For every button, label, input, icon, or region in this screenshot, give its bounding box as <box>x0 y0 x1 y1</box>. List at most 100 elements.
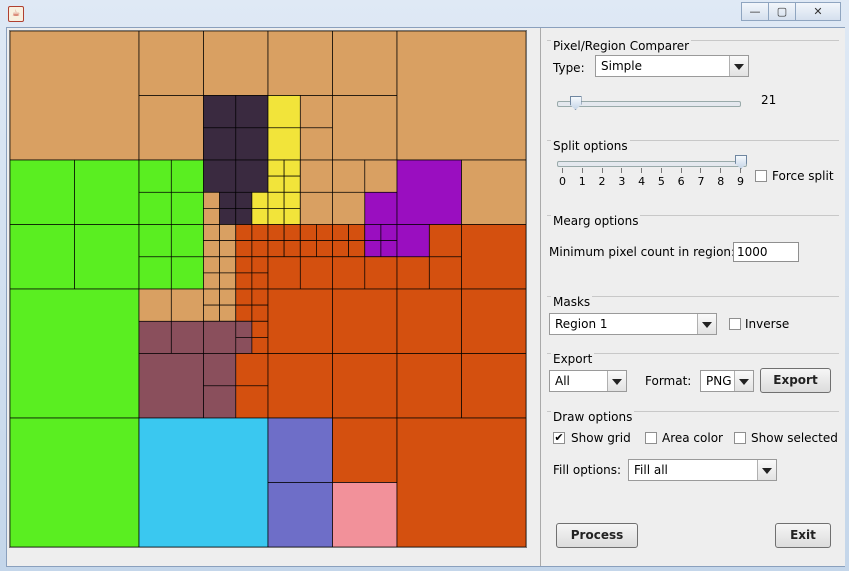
exit-button[interactable]: Exit <box>775 523 831 548</box>
type-select[interactable]: Simple <box>595 55 749 77</box>
region-cell <box>267 256 301 290</box>
inverse-label: Inverse <box>745 317 790 331</box>
draw-title: Draw options <box>551 410 635 424</box>
split-slider-track[interactable] <box>557 161 747 167</box>
window-controls: — ▢ ✕ <box>741 2 841 21</box>
area-color-checkbox[interactable] <box>645 432 657 444</box>
fill-options-select[interactable]: Fill all <box>628 459 777 481</box>
split-tick-label: 1 <box>578 175 586 188</box>
region-cell <box>283 191 301 209</box>
region-cell <box>283 159 301 177</box>
region-cell <box>364 159 398 193</box>
region-cell <box>332 353 398 419</box>
region-cell <box>251 224 269 241</box>
region-cell <box>251 272 269 290</box>
maximize-icon[interactable]: ▢ <box>768 2 796 21</box>
region-cell <box>267 175 285 193</box>
region-cell <box>170 256 204 290</box>
region-cell <box>219 191 237 209</box>
split-tick-label: 4 <box>638 175 646 188</box>
region-cell <box>235 191 253 209</box>
region-cell <box>10 288 140 419</box>
region-cell <box>348 240 366 258</box>
region-cell <box>138 224 172 258</box>
region-select[interactable]: Region 1 <box>549 313 717 335</box>
region-cell <box>332 256 366 290</box>
region-cell <box>235 224 253 241</box>
region-cell <box>332 191 366 225</box>
region-cell <box>138 288 172 322</box>
split-tick-label: 5 <box>657 175 665 188</box>
split-tick <box>562 168 563 173</box>
merge-group: Mearg options Minimum pixel count in reg… <box>547 214 839 286</box>
region-cell <box>203 353 237 387</box>
java-icon: ☕ <box>8 6 24 22</box>
chevron-down-icon <box>729 56 748 76</box>
quadtree-image <box>10 31 526 547</box>
region-cell <box>380 224 398 241</box>
force-split-checkbox[interactable] <box>755 170 767 182</box>
split-title: Split options <box>551 139 630 153</box>
region-cell <box>364 256 398 290</box>
region-cell <box>138 95 204 161</box>
region-cell <box>283 224 301 241</box>
region-cell <box>396 353 462 419</box>
region-cell <box>235 95 269 129</box>
chevron-down-icon <box>734 371 753 391</box>
masks-title: Masks <box>551 295 593 309</box>
region-cell <box>267 417 333 483</box>
region-cell <box>74 224 140 290</box>
region-cell <box>348 224 366 241</box>
region-cell <box>267 31 333 96</box>
export-scope-select[interactable]: All <box>549 370 627 392</box>
show-selected-checkbox[interactable] <box>734 432 746 444</box>
region-cell <box>235 353 269 387</box>
region-cell <box>170 320 204 354</box>
split-tick <box>700 168 702 173</box>
export-button[interactable]: Export <box>760 368 831 393</box>
region-cell <box>203 272 220 290</box>
region-cell <box>251 304 269 322</box>
region-cell <box>332 224 349 241</box>
region-cell <box>235 240 253 258</box>
region-cell <box>203 31 269 96</box>
region-cell <box>332 95 398 161</box>
region-cell <box>396 159 462 225</box>
region-cell <box>138 417 269 547</box>
comparer-slider-value: 21 <box>761 93 777 107</box>
comparer-slider-track[interactable] <box>557 101 741 107</box>
region-cell <box>251 320 269 338</box>
region-cell <box>332 482 398 547</box>
region-cell <box>267 95 301 129</box>
region-cell <box>138 191 172 225</box>
region-cell <box>364 224 382 241</box>
region-cell <box>219 304 237 322</box>
force-split-label: Force split <box>772 169 834 183</box>
region-cell <box>283 240 301 258</box>
close-icon[interactable]: ✕ <box>795 2 841 21</box>
region-cell <box>364 240 382 258</box>
region-cell <box>170 159 204 193</box>
inverse-checkbox[interactable] <box>729 318 741 330</box>
process-button[interactable]: Process <box>556 523 638 548</box>
format-select[interactable]: PNG <box>700 370 754 392</box>
type-value: Simple <box>601 59 642 73</box>
region-cell <box>332 417 398 483</box>
region-cell <box>203 256 220 274</box>
region-cell <box>219 256 237 274</box>
min-pixel-input[interactable]: 1000 <box>733 242 799 262</box>
region-cell <box>138 256 172 290</box>
region-cell <box>138 320 172 354</box>
region-cell <box>396 288 462 354</box>
minimize-icon[interactable]: — <box>741 2 769 21</box>
region-cell <box>267 288 333 354</box>
comparer-slider-thumb[interactable] <box>569 96 582 110</box>
segmentation-canvas[interactable] <box>9 30 527 548</box>
region-cell <box>332 240 349 258</box>
title-bar[interactable]: ☕ — ▢ ✕ <box>0 0 849 26</box>
show-grid-checkbox[interactable]: ✔ <box>553 432 565 444</box>
region-cell <box>267 240 285 258</box>
region-cell <box>235 159 269 193</box>
export-group: Export All Format: PNG Export <box>547 352 839 409</box>
region-value: Region 1 <box>555 317 608 331</box>
